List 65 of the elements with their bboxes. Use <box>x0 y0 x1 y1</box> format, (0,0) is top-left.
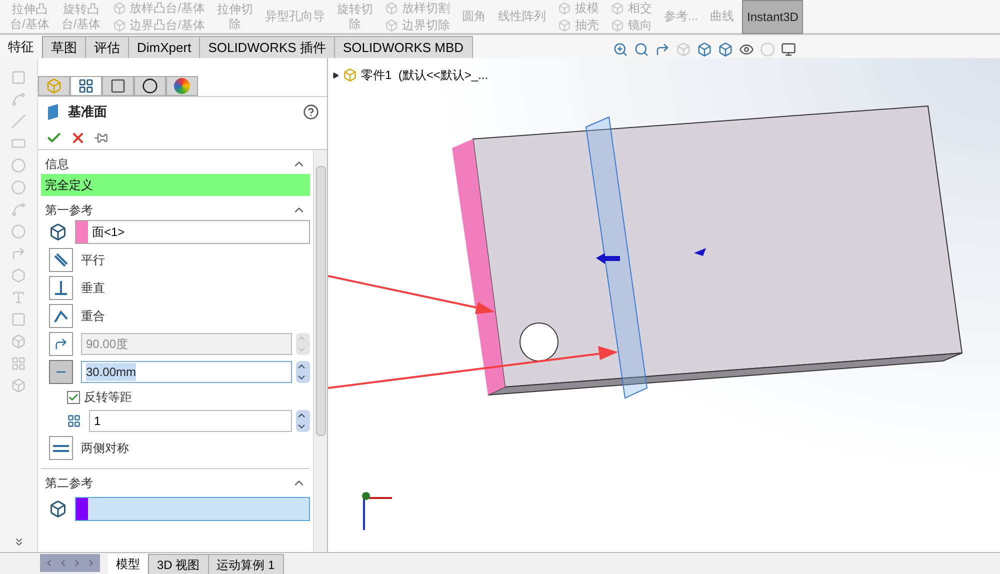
symmetric-button[interactable] <box>49 436 73 460</box>
section-title: 第二参考 <box>45 475 93 492</box>
pin-icon[interactable] <box>94 131 108 145</box>
constraint-button[interactable] <box>49 276 73 300</box>
command-tab[interactable]: SOLIDWORKS MBD <box>334 36 473 58</box>
perpendicular-icon <box>52 279 70 297</box>
distance-value: 30.00mm <box>86 363 136 381</box>
reference-field[interactable] <box>75 497 310 521</box>
constraint-button[interactable] <box>49 248 73 272</box>
view-orientation-icon[interactable] <box>718 42 733 57</box>
model-tab[interactable]: 3D 视图 <box>149 554 209 574</box>
cancel-icon[interactable] <box>70 130 86 146</box>
navigation-arrows[interactable] <box>40 554 100 572</box>
checkbox-label: 反转等距 <box>84 389 132 406</box>
panel-tab[interactable] <box>134 76 166 96</box>
distance-field[interactable]: 30.00mm <box>81 361 292 383</box>
model-tab[interactable]: 运动算例 1 <box>208 554 284 574</box>
command-tab[interactable]: DimXpert <box>129 36 200 58</box>
feature-icon <box>611 18 624 32</box>
command-tab[interactable]: 草图 <box>43 36 86 58</box>
plane-icon <box>46 103 60 121</box>
config-icon <box>110 78 126 94</box>
command-tab[interactable]: SOLIDWORKS 插件 <box>200 36 335 58</box>
previous-view-icon[interactable] <box>655 42 670 57</box>
distance-icon[interactable] <box>49 360 73 384</box>
spin-buttons[interactable] <box>296 361 310 383</box>
constraint-button[interactable] <box>49 304 73 328</box>
face-icon <box>49 500 67 518</box>
parallel-icon <box>52 251 70 269</box>
constraint-label: 平行 <box>81 252 105 269</box>
panel-tab[interactable] <box>70 76 102 96</box>
panel-tab[interactable] <box>102 76 134 96</box>
angle-icon <box>49 332 73 356</box>
section-title: 第一参考 <box>45 202 93 219</box>
reference-field[interactable]: 面<1> <box>75 220 310 244</box>
status-message: 完全定义 <box>41 174 310 196</box>
symmetric-label: 两侧对称 <box>81 440 129 457</box>
eye-icon[interactable] <box>739 42 754 57</box>
feature-icon <box>112 18 126 32</box>
help-icon[interactable] <box>303 104 319 120</box>
count-field[interactable]: 1 <box>89 410 292 432</box>
constraint-label: 重合 <box>81 308 105 325</box>
constraint-label: 垂直 <box>81 280 105 297</box>
face-icon <box>49 223 67 241</box>
part-icon <box>343 68 357 82</box>
cube-icon[interactable] <box>697 42 712 57</box>
scrollbar[interactable] <box>313 150 327 552</box>
search-icon[interactable] <box>634 42 649 57</box>
section-title: 信息 <box>45 156 69 173</box>
feature-tree-item[interactable]: 零件1 (默认<<默认>_... <box>361 66 488 84</box>
zoom-icon[interactable] <box>613 42 628 57</box>
instant3d-button[interactable]: Instant3D <box>742 0 804 34</box>
display-icon[interactable] <box>781 42 796 57</box>
instances-icon <box>67 414 81 428</box>
part-icon <box>46 78 62 94</box>
model-tab[interactable]: 模型 <box>108 554 149 574</box>
list-icon <box>78 78 94 94</box>
feature-icon <box>385 18 398 32</box>
spin-buttons[interactable] <box>296 410 310 432</box>
checkbox[interactable] <box>67 390 80 404</box>
panel-title: 基准面 <box>68 103 107 122</box>
expand-icon[interactable] <box>332 72 339 78</box>
command-tab[interactable]: 评估 <box>86 36 129 58</box>
color-wheel-icon <box>174 78 190 94</box>
feature-icon <box>558 18 572 32</box>
